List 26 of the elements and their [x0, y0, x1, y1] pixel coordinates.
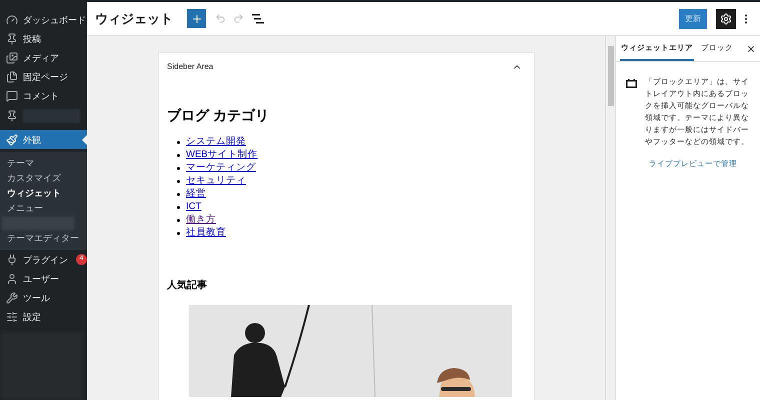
- category-link[interactable]: 社員教育: [186, 226, 226, 241]
- menu-item[interactable]: ツール: [0, 288, 87, 307]
- submenu-item[interactable]: テーマ: [0, 156, 87, 171]
- category-link[interactable]: システム開発: [186, 135, 246, 150]
- submenu-item[interactable]: テーマエディター: [0, 231, 87, 246]
- widget-area-title: Sideber Area: [167, 61, 214, 73]
- menu-item[interactable]: 外観: [0, 130, 87, 149]
- menu-item[interactable]: 固定ページ: [0, 67, 87, 86]
- category-link[interactable]: ICT: [186, 200, 202, 215]
- category-link[interactable]: マーケティング: [186, 161, 256, 176]
- page-title: ウィジェット: [95, 10, 173, 28]
- menu-item[interactable]: メディア: [0, 48, 87, 67]
- category-heading: ブログ カテゴリ: [167, 106, 270, 125]
- menu-item[interactable]: ユーザー: [0, 269, 87, 288]
- category-link[interactable]: WEBサイト制作: [186, 148, 258, 163]
- menu-item[interactable]: ダッシュボード: [0, 10, 87, 29]
- submenu-item[interactable]: メニュー: [0, 201, 87, 216]
- submenu-item[interactable]: カスタマイズ: [0, 171, 87, 186]
- popular-heading: 人気記事: [167, 278, 208, 293]
- menu-item[interactable]: 投稿: [0, 29, 87, 48]
- submenu-item[interactable]: ウィジェット: [0, 186, 87, 201]
- menu-item[interactable]: コメント: [0, 86, 87, 105]
- menu-item[interactable]: 設定: [0, 307, 87, 326]
- category-link[interactable]: 働き方: [186, 213, 216, 228]
- category-link[interactable]: セキュリティ: [186, 174, 246, 189]
- category-link[interactable]: 経営: [186, 187, 206, 202]
